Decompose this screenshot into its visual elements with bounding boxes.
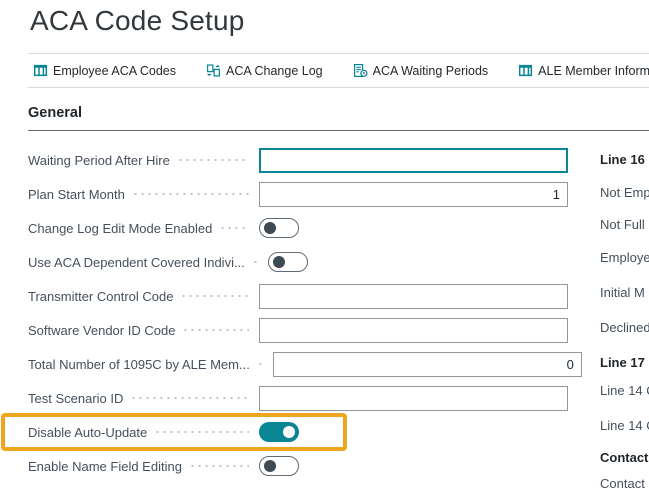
page-title: ACA Code Setup: [30, 5, 245, 37]
field-label: Test Scenario ID: [28, 391, 123, 406]
field-control: [259, 386, 568, 411]
group-heading-line-17-6: Line 17: [600, 355, 645, 370]
field-label-line-14-c-8: Line 14 C: [600, 418, 649, 433]
field-control: [259, 218, 568, 238]
group-heading-line-16-0: Line 16: [600, 152, 645, 167]
change-log-edit-mode-enabled-toggle[interactable]: [259, 218, 299, 238]
transmitter-control-code-input[interactable]: [259, 284, 568, 309]
change-log-icon: [206, 63, 221, 78]
dotted-leader: [177, 159, 249, 161]
test-scenario-id-input[interactable]: [259, 386, 568, 411]
field-row-change-log-edit-mode-enabled: Change Log Edit Mode Enabled: [28, 211, 568, 245]
field-row-transmitter-control-code: Transmitter Control Code: [28, 279, 568, 313]
field-label-not-emp-1: Not Emp: [600, 185, 649, 200]
toolbar-item-aca-change-log[interactable]: ACA Change Log: [206, 63, 323, 78]
field-row-enable-name-field-editing: Enable Name Field Editing: [28, 449, 568, 483]
toggle-knob: [264, 222, 276, 234]
field-row-plan-start-month: Plan Start Month: [28, 177, 568, 211]
field-control: [259, 284, 568, 309]
field-label: Total Number of 1095C by ALE Mem...: [28, 357, 250, 372]
toolbar-item-label: Employee ACA Codes: [53, 64, 176, 78]
field-control: [273, 352, 582, 377]
enable-name-field-editing-toggle[interactable]: [259, 456, 299, 476]
dotted-leader: [154, 431, 249, 433]
toolbar-item-label: ACA Change Log: [226, 64, 323, 78]
field-label: Change Log Edit Mode Enabled: [28, 221, 212, 236]
disable-auto-update-toggle[interactable]: [259, 422, 299, 442]
field-control: [259, 182, 568, 207]
field-label: Enable Name Field Editing: [28, 459, 182, 474]
field-label-contact-10: Contact: [600, 476, 645, 491]
dotted-leader: [189, 465, 249, 467]
general-form: Waiting Period After Hire Plan Start Mon…: [28, 143, 568, 483]
toggle-knob: [273, 256, 285, 268]
toolbar-item-employee-aca-codes[interactable]: Employee ACA Codes: [33, 63, 176, 78]
section-divider: [28, 130, 649, 131]
table-icon: [33, 63, 48, 78]
section-heading-general: General: [28, 105, 82, 121]
field-row-total-number-of-1095c-by-ale-mem: Total Number of 1095C by ALE Mem...: [28, 347, 568, 381]
field-row-waiting-period-after-hire: Waiting Period After Hire: [28, 143, 568, 177]
action-toolbar: Employee ACA Codes ACA Change Log ACA Wa…: [28, 53, 649, 88]
field-label-not-full-2: Not Full: [600, 217, 645, 232]
field-row-software-vendor-id-code: Software Vendor ID Code: [28, 313, 568, 347]
field-label-line-14-c-7: Line 14 C: [600, 383, 649, 398]
field-row-use-aca-dependent-covered-indivi: Use ACA Dependent Covered Indivi...: [28, 245, 568, 279]
field-label-initial-m-4: Initial M: [600, 285, 645, 300]
toggle-knob: [283, 426, 295, 438]
field-label-declined-5: Declined: [600, 320, 649, 335]
software-vendor-id-code-input[interactable]: [259, 318, 568, 343]
field-label: Use ACA Dependent Covered Indivi...: [28, 255, 245, 270]
field-row-disable-auto-update: Disable Auto-Update: [28, 415, 568, 449]
dotted-leader: [219, 227, 249, 229]
dotted-leader: [132, 193, 249, 195]
dotted-leader: [257, 363, 263, 365]
field-control: [259, 148, 568, 173]
dotted-leader: [180, 295, 249, 297]
use-aca-dependent-covered-indivi-toggle[interactable]: [268, 252, 308, 272]
dotted-leader: [182, 329, 249, 331]
plan-start-month-input[interactable]: [259, 182, 568, 207]
field-label: Disable Auto-Update: [28, 425, 147, 440]
field-label-employe-3: Employe: [600, 250, 649, 265]
waiting-periods-icon: [353, 63, 368, 78]
toolbar-item-aca-waiting-periods[interactable]: ACA Waiting Periods: [353, 63, 489, 78]
field-label: Waiting Period After Hire: [28, 153, 170, 168]
toolbar-item-label: ACA Waiting Periods: [373, 64, 489, 78]
toggle-knob: [264, 460, 276, 472]
field-control: [259, 422, 568, 442]
field-row-test-scenario-id: Test Scenario ID: [28, 381, 568, 415]
field-label: Plan Start Month: [28, 187, 125, 202]
field-control: [268, 252, 577, 272]
waiting-period-after-hire-input[interactable]: [259, 148, 568, 173]
total-number-of-1095c-by-ale-mem-input[interactable]: [273, 352, 582, 377]
field-label: Software Vendor ID Code: [28, 323, 175, 338]
group-heading-contact-9: Contact: [600, 450, 648, 465]
field-control: [259, 456, 568, 476]
table-icon: [518, 63, 533, 78]
dotted-leader: [252, 261, 258, 263]
field-control: [259, 318, 568, 343]
dotted-leader: [130, 397, 249, 399]
right-column: Line 16 Not Emp Not Full Employe Initial M De…: [600, 0, 649, 485]
field-label: Transmitter Control Code: [28, 289, 173, 304]
